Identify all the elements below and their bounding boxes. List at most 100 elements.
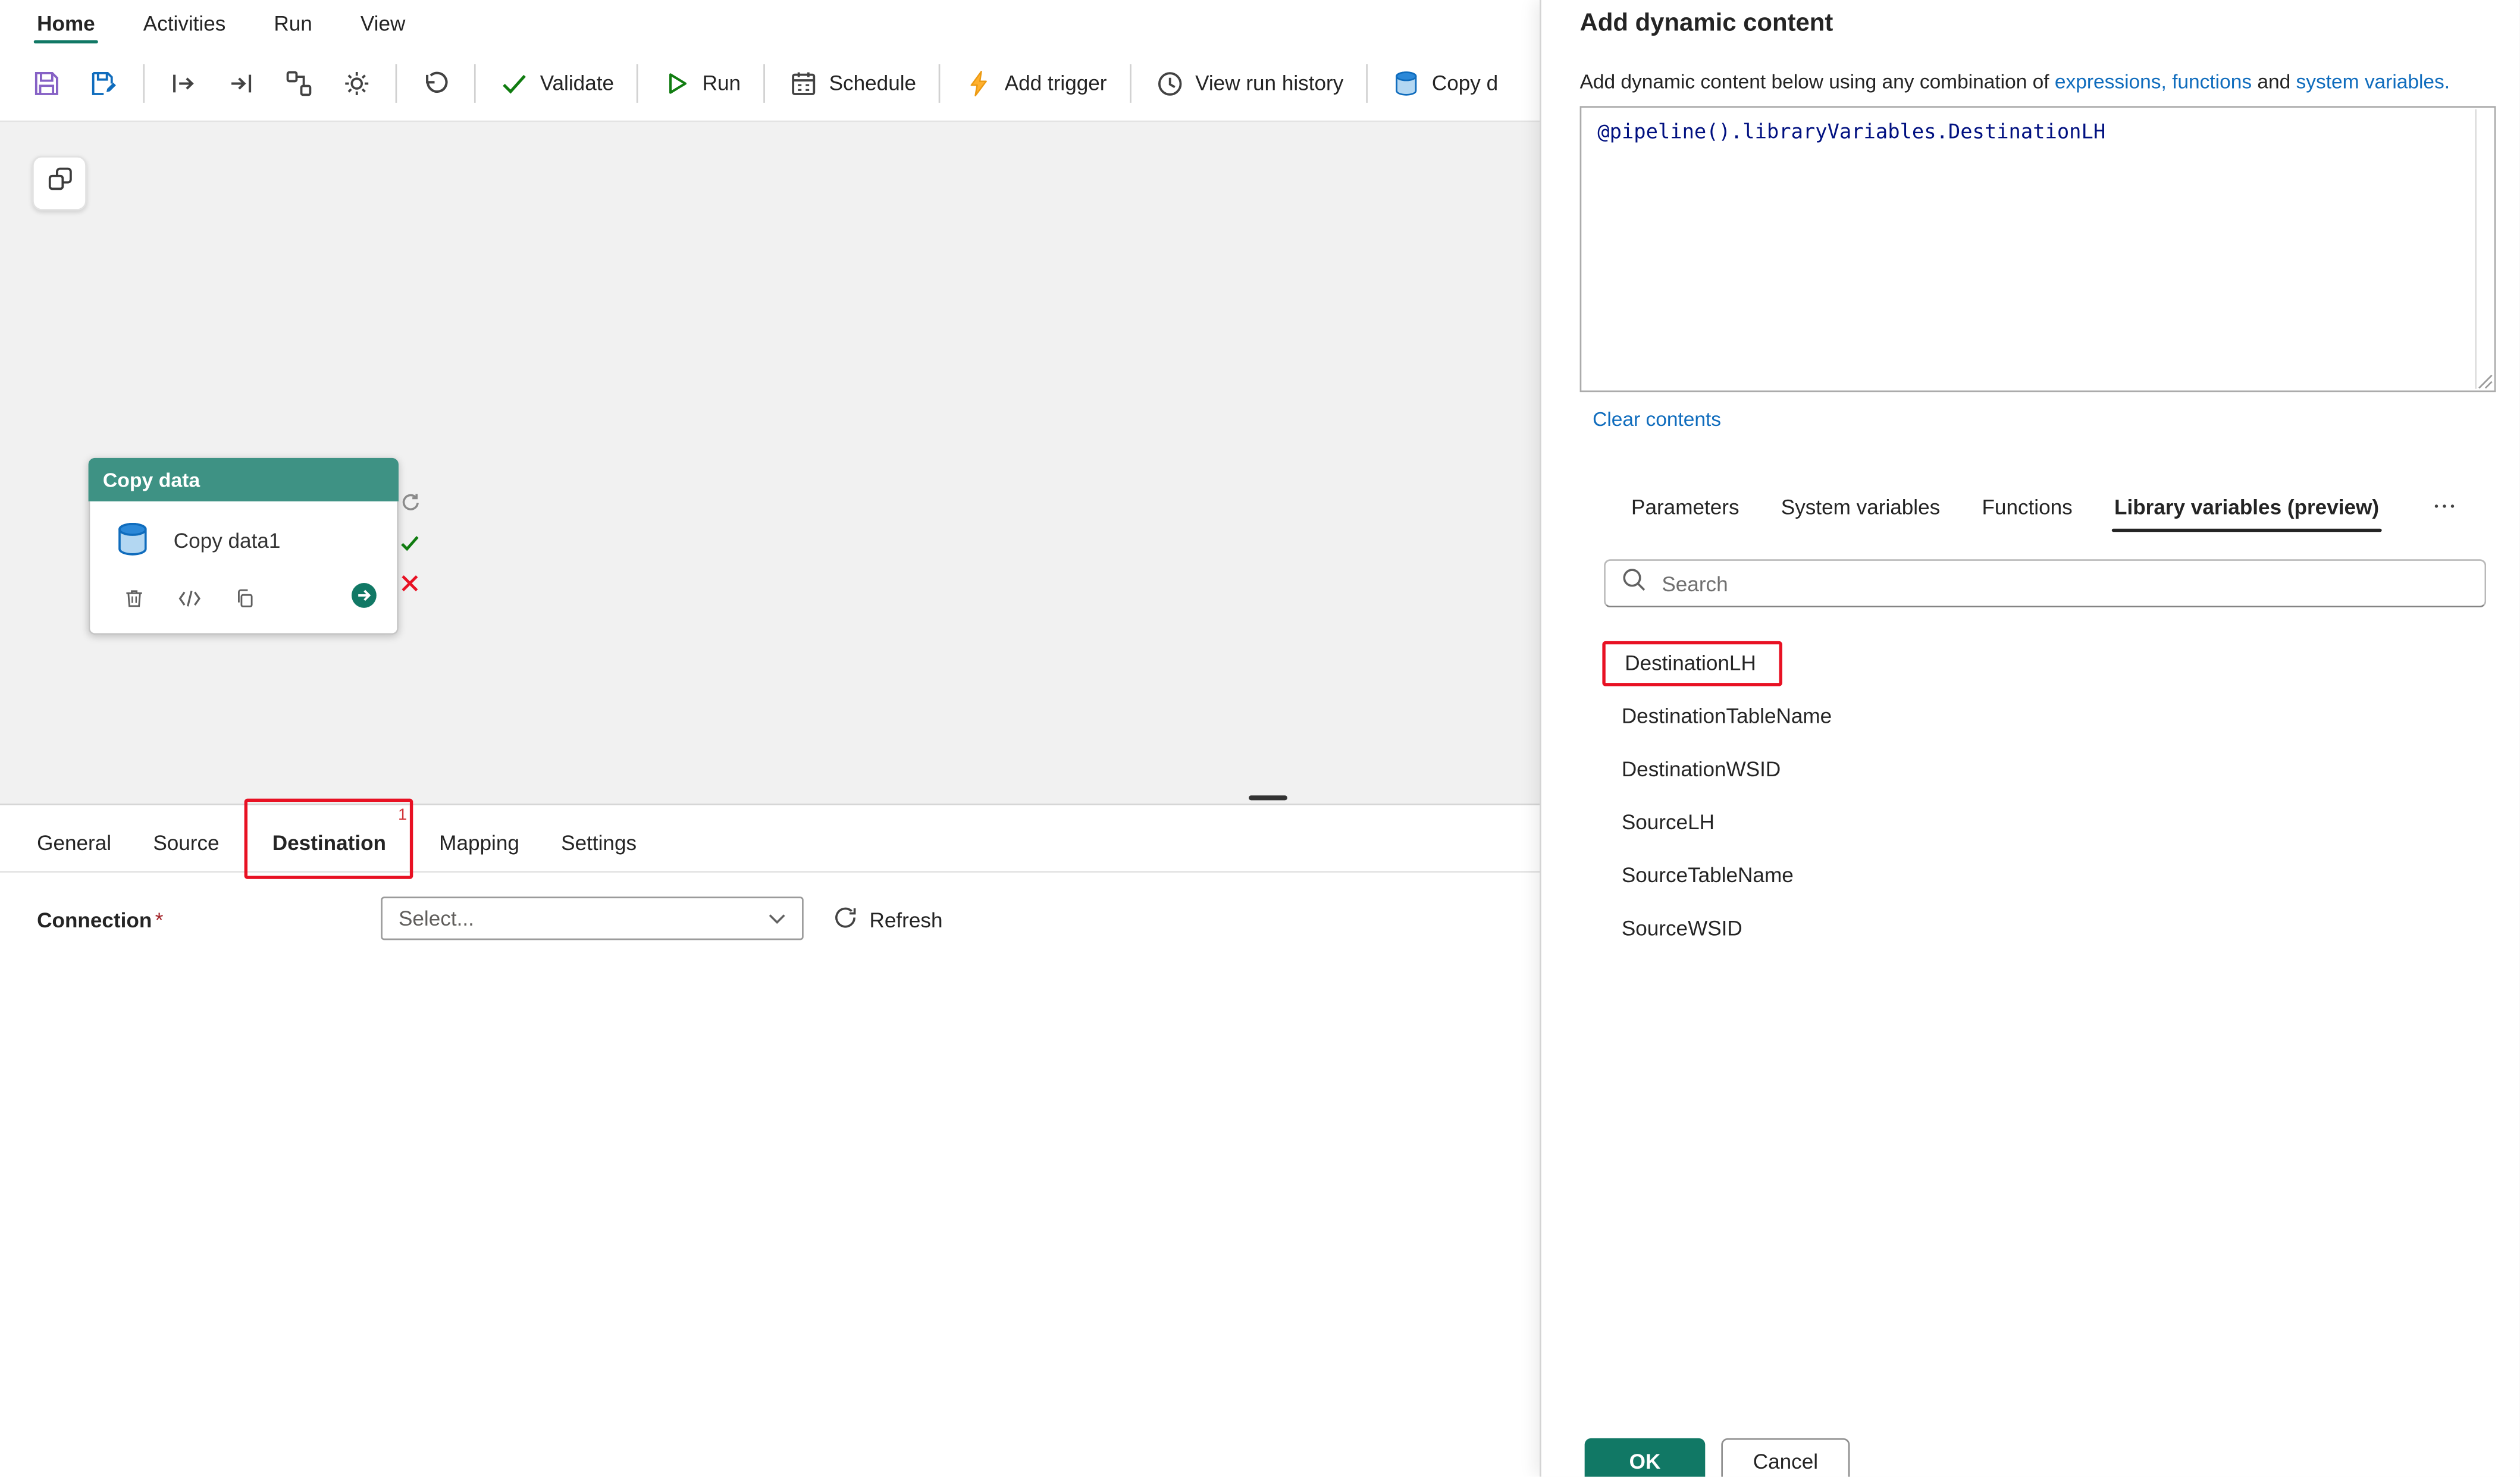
resize-grip-icon[interactable]: [2478, 374, 2493, 388]
tab-settings[interactable]: Settings: [540, 813, 657, 871]
search-input[interactable]: [1659, 570, 2470, 597]
tab-functions[interactable]: Functions: [1966, 482, 2088, 532]
view-code-button[interactable]: [177, 588, 202, 617]
tab-library-variables[interactable]: Library variables (preview): [2098, 482, 2395, 532]
save-button[interactable]: [19, 55, 74, 110]
search-icon: [1620, 566, 1647, 601]
activity-type-label: Copy data: [103, 468, 200, 491]
refresh-icon: [832, 904, 858, 935]
connection-select[interactable]: Select...: [381, 896, 803, 940]
code-icon: [177, 588, 202, 617]
variable-item-sourcetablename[interactable]: SourceTableName: [1541, 848, 2520, 901]
validate-icon: [498, 67, 530, 99]
variable-item-destinationtablename[interactable]: DestinationTableName: [1541, 689, 2520, 742]
toolbar-divider: [474, 64, 476, 102]
save-as-icon: [89, 67, 121, 99]
ribbon-toolbar: Validate Run Schedule Add trigger View r…: [0, 45, 1540, 123]
add-next-activity-button[interactable]: [350, 582, 378, 617]
duplicate-activity-button[interactable]: [233, 587, 258, 619]
save-icon: [30, 67, 62, 99]
step-in-button[interactable]: [156, 55, 211, 110]
more-options-icon[interactable]: [2425, 487, 2464, 526]
copy-data-activity-icon: [111, 518, 154, 569]
add-next-icon: [350, 582, 378, 617]
ok-button[interactable]: OK: [1585, 1438, 1706, 1477]
validate-button[interactable]: Validate: [487, 55, 625, 110]
view-run-history-label: View run history: [1195, 71, 1343, 95]
add-trigger-label: Add trigger: [1005, 71, 1107, 95]
undo-button[interactable]: [408, 55, 463, 110]
destination-error-badge: 1: [398, 807, 407, 824]
tab-parameters[interactable]: Parameters: [1615, 482, 1756, 532]
step-out-icon: [225, 67, 257, 99]
panel-description: Add dynamic content below using any comb…: [1580, 71, 2450, 93]
arrange-button[interactable]: [272, 55, 327, 110]
panel-title: Add dynamic content: [1580, 10, 1833, 39]
activity-status-icons: [399, 492, 421, 595]
refresh-connections-button[interactable]: Refresh: [832, 898, 942, 940]
delete-icon: [122, 587, 146, 619]
connection-select-value: Select...: [399, 907, 474, 931]
variable-item-sourcewsid[interactable]: SourceWSID: [1541, 902, 2520, 955]
delete-activity-button[interactable]: [122, 587, 146, 619]
expression-scrollbar[interactable]: [2475, 109, 2477, 389]
expressions-functions-link[interactable]: expressions, functions: [2055, 71, 2252, 93]
connection-label: Connection*: [37, 908, 163, 932]
copy-data-toolbar-label: Copy d: [1432, 71, 1498, 95]
clear-contents-link[interactable]: Clear contents: [1593, 408, 1721, 431]
ribbon-menu-bar: Home Activities Run View: [0, 0, 1540, 45]
variable-item-destinationwsid[interactable]: DestinationWSID: [1541, 742, 2520, 795]
toolbar-divider: [939, 64, 941, 102]
activity-body: Copy data1: [89, 501, 399, 635]
system-variables-link[interactable]: system variables.: [2296, 71, 2450, 93]
step-out-button[interactable]: [214, 55, 268, 110]
menu-tab-run[interactable]: Run: [250, 0, 337, 45]
run-label: Run: [703, 71, 741, 95]
editor-left-region: Home Activities Run View: [0, 0, 1540, 1477]
screenshot-viewport: Home Activities Run View: [0, 0, 2520, 1477]
history-icon: [1154, 67, 1186, 99]
canvas-tools-icon: [44, 164, 74, 203]
run-button[interactable]: Run: [649, 55, 752, 110]
chevron-down-icon: [768, 907, 786, 931]
tab-destination-label: Destination: [272, 830, 386, 854]
tab-source[interactable]: Source: [132, 813, 240, 871]
toolbar-divider: [637, 64, 638, 102]
settings-button[interactable]: [330, 55, 384, 110]
copy-data-activity-card[interactable]: Copy data Copy data1: [89, 458, 399, 635]
cancel-button[interactable]: Cancel: [1721, 1438, 1850, 1477]
activity-header: Copy data: [89, 458, 399, 501]
save-as-button[interactable]: [77, 55, 132, 110]
tab-system-variables[interactable]: System variables: [1765, 482, 1956, 532]
tab-mapping[interactable]: Mapping: [418, 813, 540, 871]
pipeline-canvas[interactable]: Copy data Copy data1: [0, 122, 1540, 803]
add-trigger-icon: [963, 67, 995, 99]
add-trigger-button[interactable]: Add trigger: [952, 55, 1118, 110]
step-in-icon: [167, 67, 199, 99]
schedule-label: Schedule: [829, 71, 916, 95]
copy-data-toolbar-button[interactable]: Copy d: [1379, 55, 1509, 110]
expression-text: @pipeline().libraryVariables.Destination…: [1581, 108, 2494, 154]
canvas-tools-button[interactable]: [32, 156, 87, 211]
fail-icon: [399, 572, 421, 595]
variable-search-box[interactable]: [1604, 559, 2486, 607]
schedule-button[interactable]: Schedule: [776, 55, 927, 110]
schedule-icon: [787, 67, 819, 99]
add-dynamic-content-panel: Add dynamic content Add dynamic content …: [1540, 0, 2520, 1477]
menu-tab-home[interactable]: Home: [13, 0, 120, 45]
activity-name-label: Copy data1: [174, 529, 281, 553]
redo-icon[interactable]: [399, 492, 421, 515]
variable-item-destinationlh[interactable]: DestinationLH: [1541, 636, 2520, 689]
pipeline-editor-window: Home Activities Run View: [0, 0, 2520, 1477]
tab-general[interactable]: General: [16, 813, 132, 871]
variable-item-sourcelh[interactable]: SourceLH: [1541, 795, 2520, 848]
undo-icon: [419, 67, 452, 99]
menu-tab-view[interactable]: View: [336, 0, 430, 45]
settings-icon: [341, 67, 373, 99]
tab-destination[interactable]: Destination 1: [247, 813, 412, 871]
arrange-icon: [283, 67, 315, 99]
view-run-history-button[interactable]: View run history: [1142, 55, 1355, 110]
menu-tab-activities[interactable]: Activities: [119, 0, 250, 45]
panel-resize-handle[interactable]: [1249, 795, 1287, 800]
expression-editor[interactable]: @pipeline().libraryVariables.Destination…: [1580, 106, 2496, 392]
